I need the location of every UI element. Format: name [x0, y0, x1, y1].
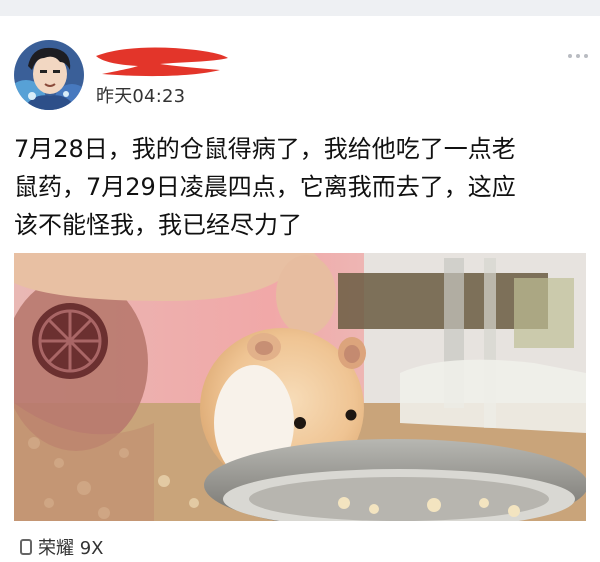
avatar-illustration	[14, 40, 84, 110]
post-text-line: 7月28日，我的仓鼠得病了，我给他吃了一点老	[14, 135, 516, 163]
post-text-line: 鼠药，7月29日凌晨四点，它离我而去了，这应	[14, 173, 516, 201]
avatar[interactable]	[14, 40, 84, 110]
post-photo[interactable]	[14, 253, 586, 521]
more-dots-icon	[568, 54, 572, 58]
more-dots-icon	[576, 54, 580, 58]
top-strip	[0, 0, 600, 16]
device-label: 荣耀 9X	[38, 538, 104, 559]
hamster-photo	[14, 253, 586, 521]
more-dots-icon	[584, 54, 588, 58]
redacted-username	[96, 47, 228, 77]
phone-icon	[20, 539, 32, 555]
post-text: 7月28日，我的仓鼠得病了，我给他吃了一点老 鼠药，7月29日凌晨四点，它离我而…	[14, 130, 586, 244]
post-time: 昨天04:23	[96, 86, 186, 107]
post-card: 昨天04:23 7月28日，我的仓鼠得病了，我给他吃了一点老 鼠药，7月29日凌…	[0, 16, 600, 562]
more-options-button[interactable]	[568, 54, 588, 58]
device-info: 荣耀 9X	[20, 534, 104, 560]
post-text-line: 该不能怪我，我已经尽力了	[14, 211, 302, 239]
